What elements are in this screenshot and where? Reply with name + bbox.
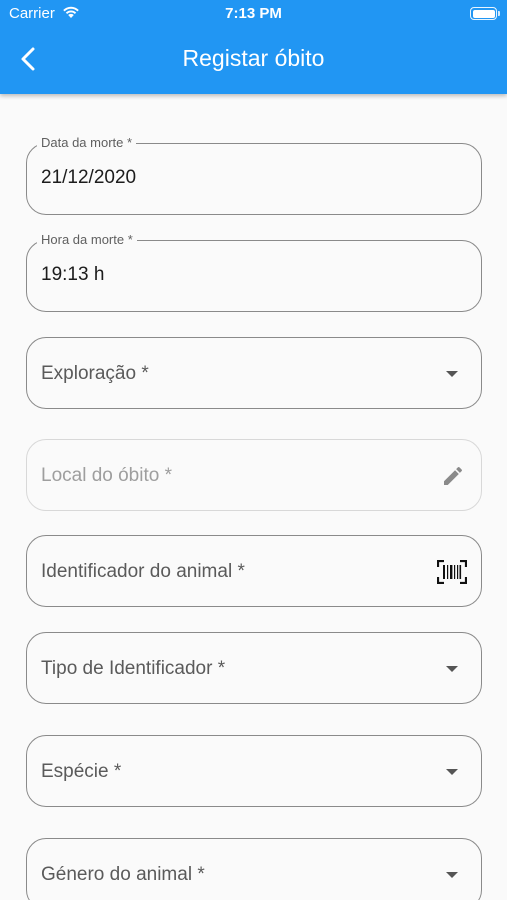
dropdown-arrow-icon xyxy=(446,769,458,775)
species-dropdown[interactable]: Espécie * xyxy=(26,735,482,807)
dropdown-arrow-icon xyxy=(446,371,458,377)
animal-id-field[interactable]: Identificador do animal * xyxy=(26,535,482,607)
exploration-placeholder: Exploração * xyxy=(41,363,149,384)
death-date-value: 21/12/2020 xyxy=(41,167,137,188)
battery-icon xyxy=(470,7,500,20)
death-date-label: Data da morte * xyxy=(37,135,137,150)
death-time-label: Hora da morte * xyxy=(37,232,137,247)
status-bar: Carrier 7:13 PM xyxy=(0,0,507,28)
page-title: Registar óbito xyxy=(182,45,325,71)
death-location-placeholder: Local do óbito * xyxy=(41,465,172,486)
species-placeholder: Espécie * xyxy=(41,761,122,782)
death-time-value: 19:13 h xyxy=(41,264,105,285)
gender-placeholder: Género do animal * xyxy=(41,864,205,885)
dropdown-arrow-icon xyxy=(446,872,458,878)
gender-dropdown[interactable]: Género do animal * xyxy=(26,838,482,900)
id-type-dropdown[interactable]: Tipo de Identificador * xyxy=(26,632,482,704)
exploration-dropdown[interactable]: Exploração * xyxy=(26,337,482,409)
dropdown-arrow-icon xyxy=(446,666,458,672)
death-time-field[interactable]: Hora da morte * 19:13 h xyxy=(26,232,482,312)
animal-id-placeholder: Identificador do animal * xyxy=(41,561,245,582)
app-bar: Carrier 7:13 PM Registar óbito xyxy=(0,0,507,94)
id-type-placeholder: Tipo de Identificador * xyxy=(41,658,226,679)
death-location-field[interactable]: Local do óbito * xyxy=(26,439,482,511)
barcode-scan-icon[interactable] xyxy=(436,559,468,585)
clock: 7:13 PM xyxy=(225,5,282,22)
edit-pencil-icon[interactable] xyxy=(441,464,465,488)
death-date-field[interactable]: Data da morte * 21/12/2020 xyxy=(26,135,482,215)
